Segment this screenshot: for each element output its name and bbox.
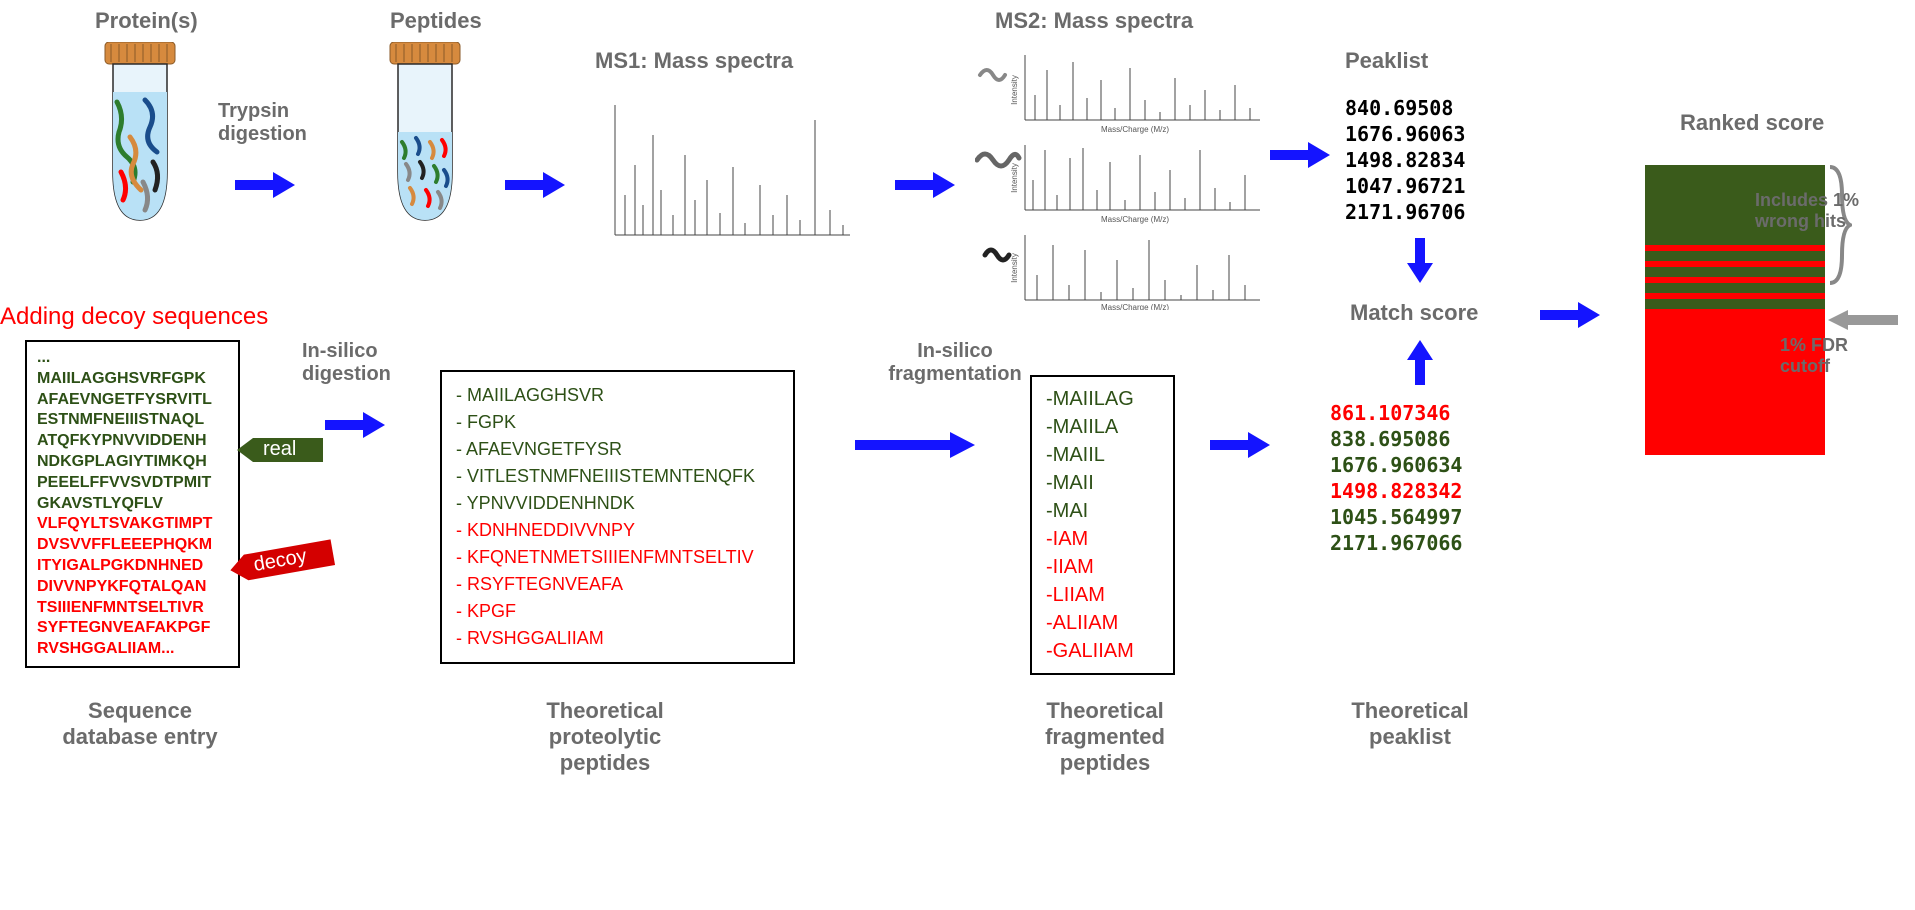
adding-decoy-label: Adding decoy sequences [0, 303, 268, 331]
arrow-frag-to-peaklist [1210, 430, 1270, 460]
theo-peaklist-label: Theoretical peaklist [1310, 698, 1510, 750]
ms2-spectra-graphic: Mass/Charge (M/z) Intensity Mass/Charge … [975, 50, 1265, 310]
arrow-proteins-to-peptides [235, 170, 295, 200]
svg-text:Intensity: Intensity [1010, 253, 1019, 283]
svg-text:Mass/Charge (M/z): Mass/Charge (M/z) [1101, 215, 1169, 224]
peaklist-label: Peaklist [1345, 48, 1428, 74]
theo-peptides-box: - MAIILAGGHSVR- FGPK- AFAEVNGETFYSR- VIT… [440, 370, 795, 664]
arrow-seqdb-to-peptides [325, 410, 385, 440]
theo-frag-box: -MAIILAG-MAIILA-MAIIL-MAII-MAI-IAM-IIAM-… [1030, 375, 1175, 675]
experimental-peaklist: 840.695081676.960631498.828341047.967212… [1345, 95, 1465, 225]
theo-proteolytic-label: Theoretical proteolytic peptides [505, 698, 705, 776]
includes-wrong-hits-label: Includes 1% wrong hits [1755, 190, 1905, 232]
svg-text:Intensity: Intensity [1010, 75, 1019, 105]
ms1-spectrum-graphic [595, 95, 855, 250]
theoretical-peaklist: 861.107346838.6950861676.9606341498.8283… [1330, 400, 1462, 556]
fdr-arrow [1828, 310, 1898, 330]
theo-frag-label: Theoretical fragmented peptides [1000, 698, 1210, 776]
ms2-label: MS2: Mass spectra [995, 8, 1193, 34]
insilico-dig-label: In-silico digestion [302, 340, 412, 386]
real-tag: real [235, 430, 325, 475]
seq-db-entry-label: Sequence database entry [55, 698, 225, 750]
arrow-match-to-ranked [1540, 300, 1600, 330]
proteins-label: Protein(s) [95, 8, 198, 34]
fdr-cutoff-label: 1% FDR cutoff [1780, 335, 1900, 377]
arrow-theopeaklist-up [1405, 340, 1435, 385]
match-score-label: Match score [1350, 300, 1478, 326]
sequence-db-box: ...MAIILAGGHSVRFGPKAFAEVNGETFYSRVITLESTN… [25, 340, 240, 668]
protein-tube-graphic [95, 42, 185, 222]
arrow-ms1-to-ms2 [895, 170, 955, 200]
svg-text:Mass/Charge (M/z): Mass/Charge (M/z) [1101, 303, 1169, 310]
decoy-tag: decoy [225, 531, 341, 596]
peptides-label: Peptides [390, 8, 482, 34]
arrow-peptides-to-ms1 [505, 170, 565, 200]
trypsin-label: Trypsin digestion [218, 100, 328, 146]
arrow-ms2-to-peaklist [1270, 140, 1330, 170]
ranked-label: Ranked score [1680, 110, 1824, 136]
insilico-frag-label: In-silico fragmentation [875, 340, 1035, 386]
ms1-label: MS1: Mass spectra [595, 48, 793, 74]
svg-text:Intensity: Intensity [1010, 163, 1019, 193]
peptide-tube-graphic [380, 42, 470, 222]
arrow-pep-to-frag [855, 430, 975, 460]
svg-text:Mass/Charge (M/z): Mass/Charge (M/z) [1101, 125, 1169, 134]
arrow-peaklist-down [1405, 238, 1435, 283]
